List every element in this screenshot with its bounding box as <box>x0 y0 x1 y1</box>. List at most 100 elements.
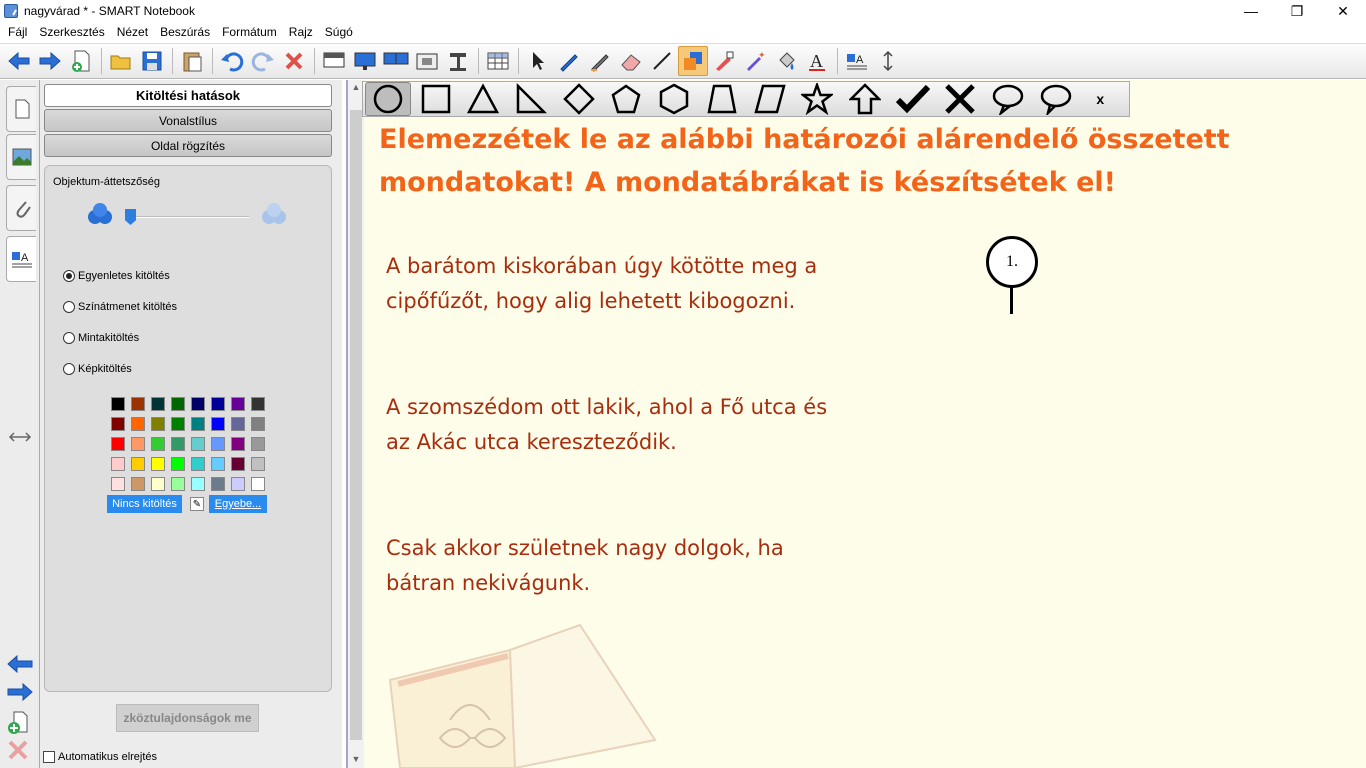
color-swatch[interactable] <box>251 457 265 471</box>
radio-button[interactable] <box>63 363 75 375</box>
undo-icon[interactable] <box>217 46 247 76</box>
shapes-icon[interactable] <box>678 46 708 76</box>
speech-bubble-left-shape[interactable] <box>985 82 1031 116</box>
magic-pen-icon[interactable]: ✦ <box>740 46 770 76</box>
pentagon-shape[interactable] <box>603 82 649 116</box>
triangle-shape[interactable] <box>460 82 506 116</box>
scroll-down-icon[interactable]: ▼ <box>348 752 364 766</box>
creative-pen-icon[interactable] <box>585 46 615 76</box>
color-swatch[interactable] <box>111 437 125 451</box>
color-swatch[interactable] <box>131 397 145 411</box>
color-swatch[interactable] <box>251 417 265 431</box>
color-swatch[interactable] <box>231 417 245 431</box>
color-swatch[interactable] <box>131 477 145 491</box>
tab-fill-effects[interactable]: Kitöltési hatások <box>44 84 332 107</box>
auto-hide-checkbox[interactable]: Automatikus elrejtés <box>43 751 157 763</box>
open-folder-icon[interactable] <box>106 46 136 76</box>
minimize-button[interactable]: — <box>1228 0 1274 22</box>
color-swatch[interactable] <box>251 397 265 411</box>
color-swatch[interactable] <box>191 457 205 471</box>
paste-icon[interactable] <box>177 46 207 76</box>
fill-option-pattern[interactable]: Mintakitöltés <box>63 332 139 344</box>
color-swatch[interactable] <box>191 437 205 451</box>
more-colors-button[interactable]: Egyebe... <box>209 495 267 513</box>
screen-shade-icon[interactable] <box>319 46 349 76</box>
menu-edit[interactable]: Szerkesztés <box>33 25 110 39</box>
color-swatch[interactable] <box>171 417 185 431</box>
speech-bubble-right-shape[interactable] <box>1033 82 1079 116</box>
line-icon[interactable] <box>647 46 677 76</box>
color-swatch[interactable] <box>211 477 225 491</box>
color-swatch[interactable] <box>231 397 245 411</box>
page-sorter-tab[interactable] <box>6 86 36 132</box>
no-fill-button[interactable]: Nincs kitöltés <box>107 495 182 513</box>
page-heading[interactable]: Elemezzétek le az alábbi határozói aláre… <box>379 118 1259 204</box>
menu-view[interactable]: Nézet <box>111 25 154 39</box>
transparency-slider[interactable] <box>129 216 249 218</box>
radio-button[interactable] <box>63 332 75 344</box>
radio-button[interactable] <box>63 301 75 313</box>
tab-line-style[interactable]: Vonalstílus <box>44 109 332 132</box>
previous-page-icon[interactable] <box>6 654 34 674</box>
color-swatch[interactable] <box>111 457 125 471</box>
pen-icon[interactable] <box>554 46 584 76</box>
color-swatch[interactable] <box>151 397 165 411</box>
delete-icon[interactable] <box>279 46 309 76</box>
radio-button[interactable] <box>63 270 75 282</box>
color-swatch[interactable] <box>111 477 125 491</box>
color-swatch[interactable] <box>211 437 225 451</box>
dual-display-icon[interactable] <box>381 46 411 76</box>
forward-arrow-icon[interactable] <box>35 46 65 76</box>
menu-insert[interactable]: Beszúrás <box>154 25 216 39</box>
resize-arrows-icon[interactable] <box>6 430 34 444</box>
gallery-tab[interactable] <box>6 134 36 180</box>
menu-file[interactable]: Fájl <box>2 25 33 39</box>
add-page-icon[interactable] <box>66 46 96 76</box>
numbered-node-shape[interactable]: 1. <box>986 236 1038 314</box>
hexagon-shape[interactable] <box>651 82 697 116</box>
sentence-2[interactable]: A szomszédom ott lakik, ahol a Fő utca é… <box>386 390 906 460</box>
select-icon[interactable] <box>523 46 553 76</box>
fill-option-gradient[interactable]: Színátmenet kitöltés <box>63 301 177 313</box>
table-icon[interactable] <box>483 46 513 76</box>
arrow-up-shape[interactable] <box>842 82 888 116</box>
redo-icon[interactable] <box>248 46 278 76</box>
full-screen-icon[interactable] <box>350 46 380 76</box>
move-toolbar-icon[interactable] <box>873 46 903 76</box>
color-swatch[interactable] <box>151 437 165 451</box>
color-swatch[interactable] <box>251 437 265 451</box>
tab-page-recording[interactable]: Oldal rögzítés <box>44 134 332 157</box>
attachments-tab[interactable] <box>6 185 36 231</box>
color-swatch[interactable] <box>111 417 125 431</box>
add-page-icon[interactable] <box>6 710 30 736</box>
menu-draw[interactable]: Rajz <box>283 25 319 39</box>
close-button[interactable]: ✕ <box>1320 0 1366 22</box>
color-swatch[interactable] <box>211 397 225 411</box>
vertical-scrollbar[interactable]: ▲ ▼ <box>348 80 364 768</box>
trapezoid-shape[interactable] <box>699 82 745 116</box>
checkbox[interactable] <box>43 751 55 763</box>
menu-help[interactable]: Súgó <box>319 25 359 39</box>
eraser-icon[interactable] <box>616 46 646 76</box>
color-swatch[interactable] <box>171 457 185 471</box>
color-swatch[interactable] <box>171 397 185 411</box>
maximize-button[interactable]: ❐ <box>1274 0 1320 22</box>
delete-page-icon[interactable] <box>6 738 30 762</box>
more-properties-button[interactable]: zköztulajdonságok me <box>116 704 259 732</box>
color-swatch[interactable] <box>231 457 245 471</box>
color-swatch[interactable] <box>191 477 205 491</box>
screen-capture-icon[interactable] <box>412 46 442 76</box>
properties-tab[interactable]: A <box>6 236 36 282</box>
checkmark-shape[interactable] <box>890 82 936 116</box>
square-shape[interactable] <box>413 82 459 116</box>
fill-option-solid[interactable]: Egyenletes kitöltés <box>63 270 170 282</box>
save-icon[interactable] <box>137 46 167 76</box>
back-arrow-icon[interactable] <box>4 46 34 76</box>
circle-shape[interactable] <box>365 82 411 116</box>
color-swatch[interactable] <box>131 417 145 431</box>
color-swatch[interactable] <box>211 457 225 471</box>
color-swatch[interactable] <box>231 437 245 451</box>
eyedropper-icon[interactable]: ✎ <box>190 497 204 511</box>
color-swatch[interactable] <box>211 417 225 431</box>
menu-format[interactable]: Formátum <box>216 25 283 39</box>
